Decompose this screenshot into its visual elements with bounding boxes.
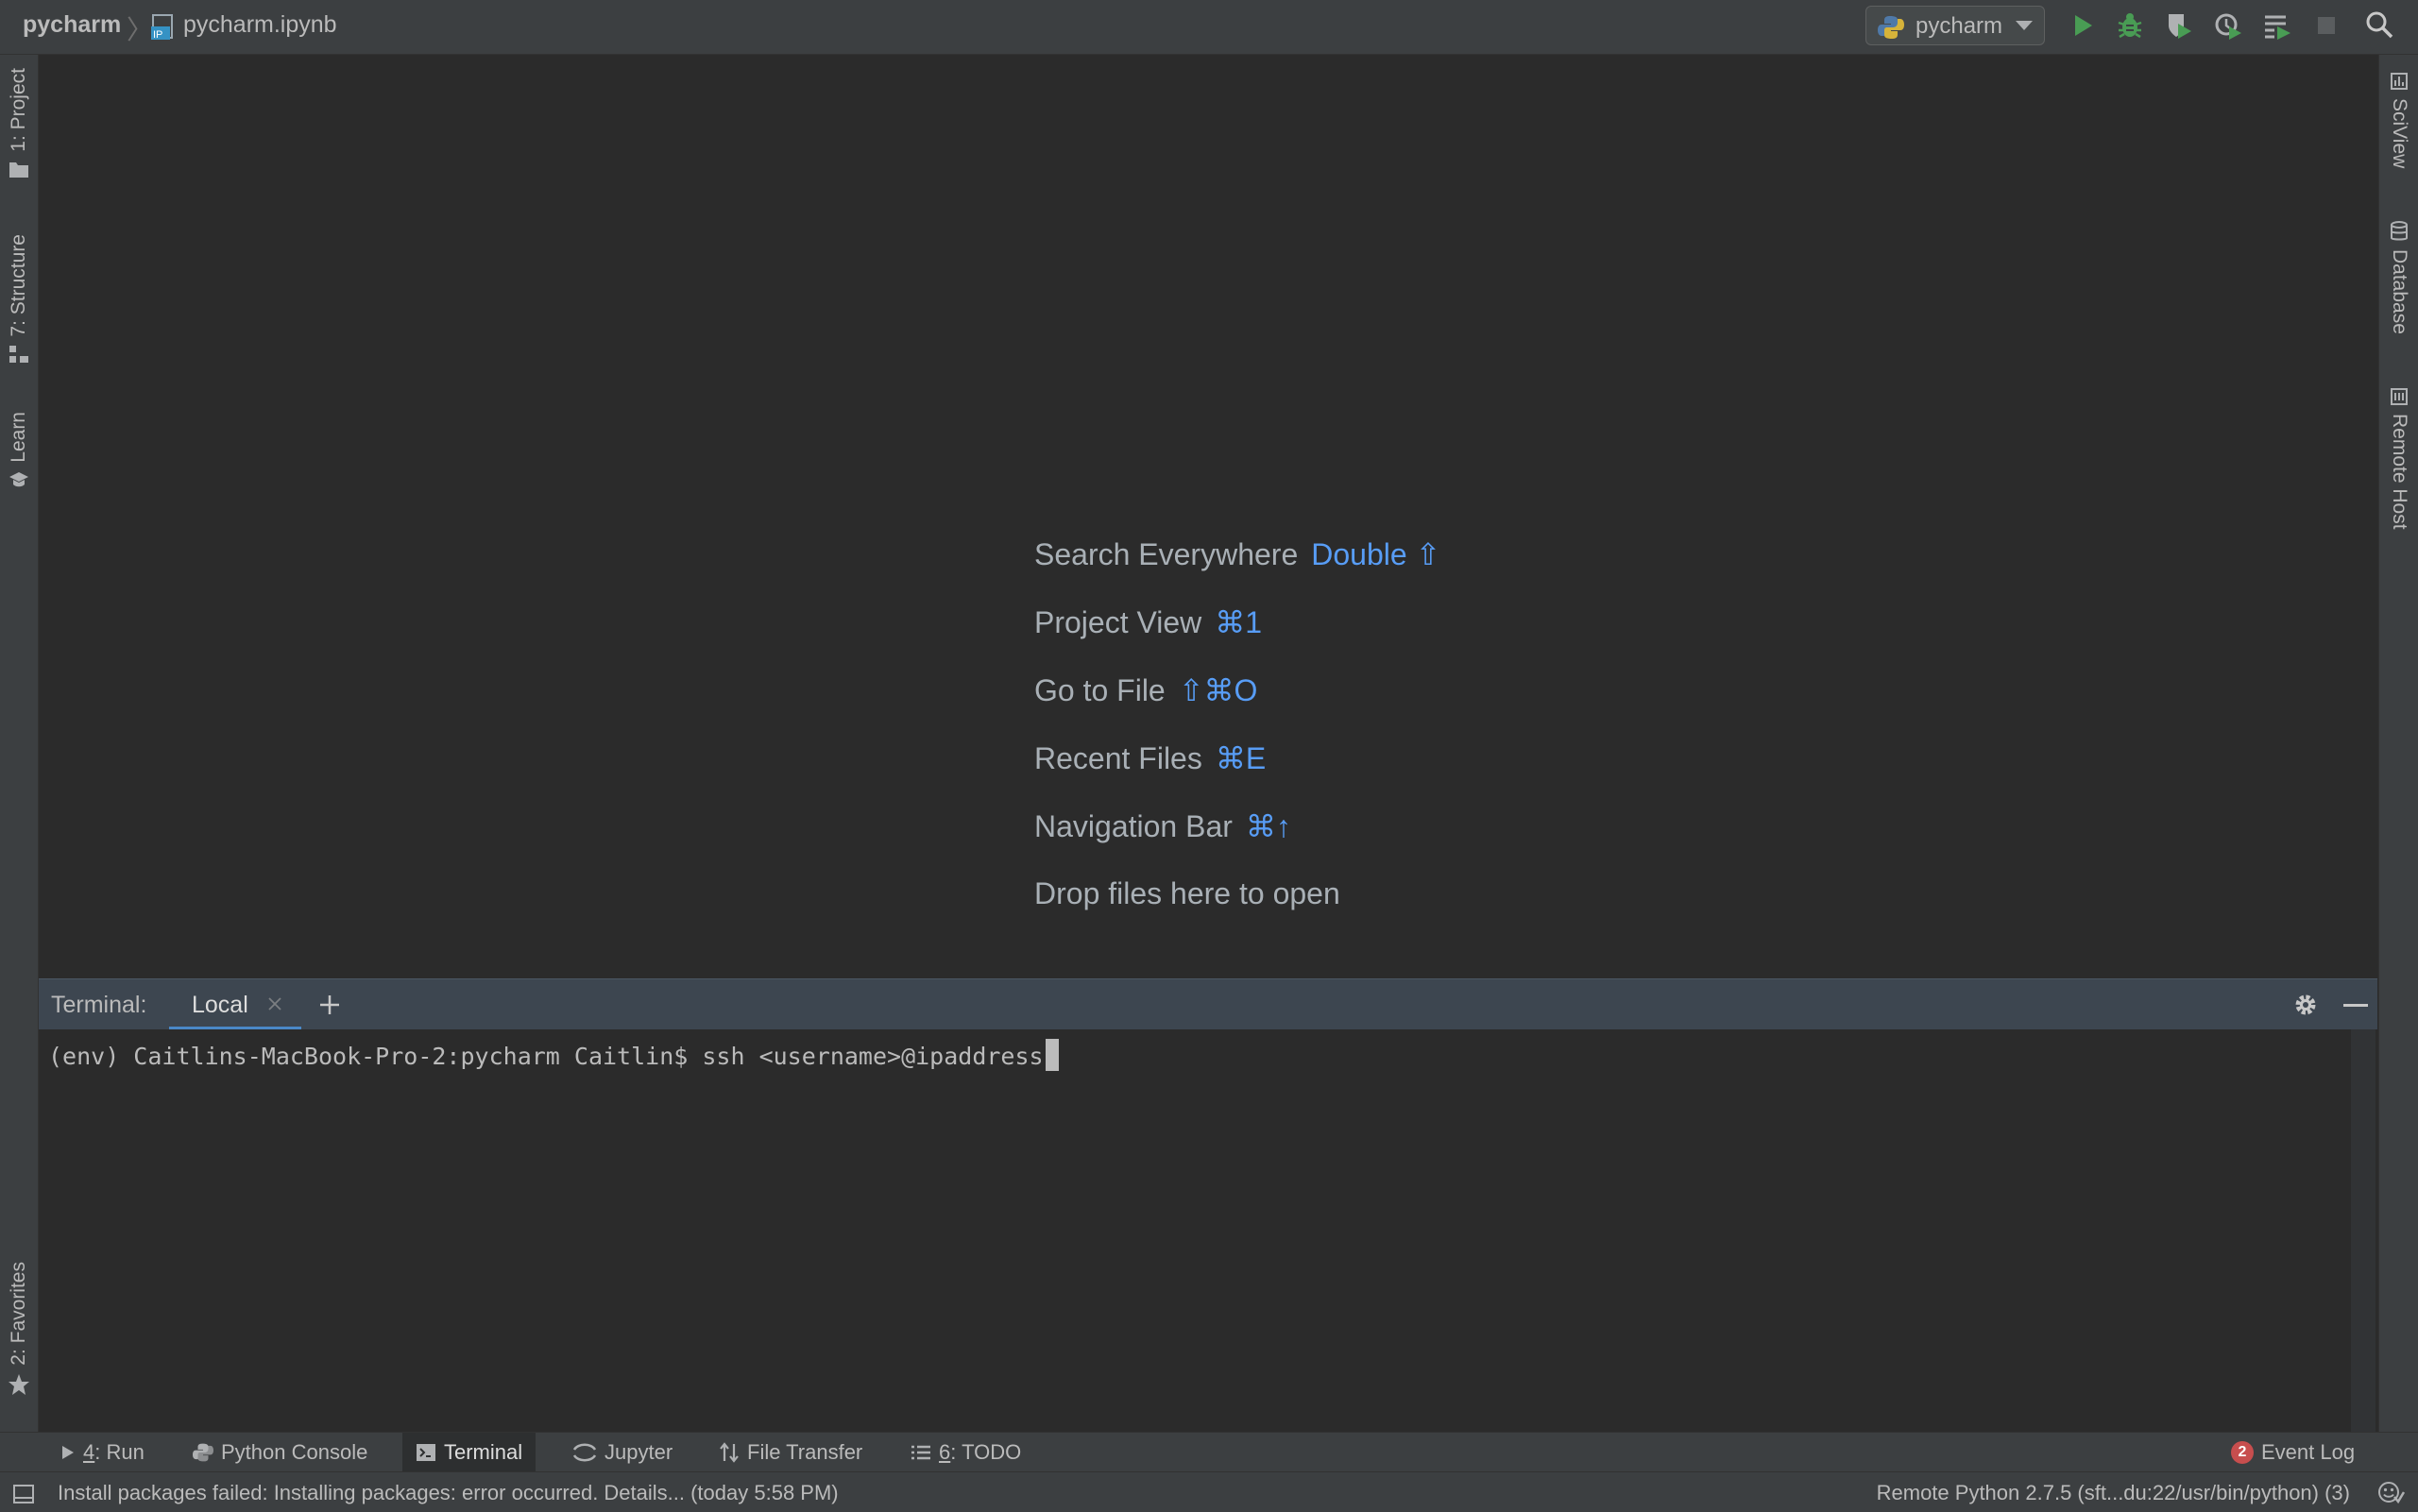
coverage-icon[interactable] <box>2165 11 2193 40</box>
tool-tab-mnemonic: 4 <box>83 1440 95 1464</box>
terminal-tab-label: Local <box>192 992 248 1018</box>
file-transfer-icon <box>720 1442 739 1463</box>
run-tab-icon <box>62 1446 74 1459</box>
hint-label: Go to File <box>1034 673 1166 707</box>
tool-tab-favorites[interactable]: 2: Favorites <box>0 1262 38 1396</box>
learn-icon <box>9 470 29 489</box>
terminal-cursor <box>1045 1039 1059 1071</box>
status-bar: Install packages failed: Installing pack… <box>0 1471 2418 1512</box>
tool-tab-jupyter[interactable]: Jupyter <box>567 1433 678 1472</box>
tool-tab-label: 7: Structure <box>8 234 29 337</box>
hint-shortcut: ⌘E <box>1215 741 1267 775</box>
hint-shortcut: ⌘↑ <box>1245 809 1291 843</box>
event-log-badge: 2 <box>2231 1441 2254 1464</box>
debug-icon[interactable] <box>2116 11 2144 40</box>
stop-icon[interactable] <box>2312 11 2341 40</box>
tool-tab-label: Terminal <box>444 1440 523 1464</box>
inspector-face-icon[interactable] <box>2376 1480 2405 1504</box>
hint-navigation-bar: Navigation Bar ⌘↑ <box>1034 808 1291 844</box>
terminal-command: (env) Caitlins-MacBook-Pro-2:pycharm Cai… <box>48 1043 1044 1070</box>
structure-icon <box>9 345 29 364</box>
interpreter-selector[interactable]: Remote Python 2.7.5 (sft...du:22/usr/bin… <box>1877 1481 2350 1505</box>
tool-tab-todo[interactable]: 6: TODO <box>905 1433 1027 1472</box>
search-icon[interactable] <box>2364 9 2394 40</box>
terminal-line[interactable]: (env) Caitlins-MacBook-Pro-2:pycharm Cai… <box>48 1039 1059 1071</box>
remote-host-icon <box>2390 387 2409 406</box>
terminal-title: Terminal: <box>51 992 147 1018</box>
tool-tab-label: 2: Favorites <box>8 1262 29 1366</box>
breadcrumb-project[interactable]: pycharm <box>23 11 121 39</box>
run-concurrency-icon[interactable] <box>2263 11 2291 40</box>
sciview-icon <box>2390 72 2409 91</box>
right-tool-window-bar: SciView Database Remote Host <box>2378 55 2418 1432</box>
hint-label: Drop files here to open <box>1034 876 1340 910</box>
tool-tab-label: Database <box>2389 249 2410 334</box>
folder-icon <box>9 160 29 178</box>
tool-tab-label: 1: Project <box>8 68 29 152</box>
terminal-body[interactable]: (env) Caitlins-MacBook-Pro-2:pycharm Cai… <box>39 1029 2377 1432</box>
tool-tab-label: Python Console <box>221 1440 368 1464</box>
tool-tab-label: File Transfer <box>747 1440 863 1464</box>
tool-tab-label: Jupyter <box>604 1440 673 1464</box>
tool-tab-terminal[interactable]: Terminal <box>402 1433 536 1472</box>
profile-icon[interactable] <box>2214 11 2242 40</box>
tool-tab-label: : Run <box>94 1440 145 1464</box>
navigation-bar: pycharm 〉 IP pycharm.ipynb pycharm <box>0 0 2418 55</box>
tool-tab-sciview[interactable]: SciView <box>2379 72 2418 168</box>
tool-tab-database[interactable]: Database <box>2379 221 2418 334</box>
status-message[interactable]: Install packages failed: Installing pack… <box>58 1481 839 1505</box>
event-log-tab[interactable]: 2 Event Log <box>2225 1433 2360 1472</box>
database-icon <box>2390 221 2409 242</box>
tool-tab-python-console[interactable]: Python Console <box>187 1433 373 1472</box>
hint-shortcut: Double ⇧ <box>1311 537 1441 571</box>
star-icon <box>8 1373 30 1396</box>
tool-tab-file-transfer[interactable]: File Transfer <box>713 1433 868 1472</box>
hint-label: Project View <box>1034 605 1202 639</box>
hint-search-everywhere: Search Everywhere Double ⇧ <box>1034 536 1440 572</box>
tool-tab-label: Learn <box>8 412 29 463</box>
terminal-icon <box>417 1444 435 1461</box>
hint-recent-files: Recent Files ⌘E <box>1034 740 1266 776</box>
tool-windows-toggle-icon[interactable] <box>13 1485 34 1504</box>
close-icon[interactable] <box>267 996 282 1011</box>
hint-project-view: Project View ⌘1 <box>1034 604 1262 640</box>
breadcrumb-file[interactable]: pycharm.ipynb <box>183 11 337 39</box>
gear-icon[interactable] <box>2292 992 2319 1018</box>
hint-label: Search Everywhere <box>1034 537 1299 571</box>
hint-drop-files: Drop files here to open <box>1034 876 1340 911</box>
bottom-tool-window-bar: 4: Run Python Console Terminal Jupyter F… <box>0 1432 2418 1472</box>
run-icon[interactable] <box>2069 11 2097 40</box>
python-console-icon <box>193 1443 213 1462</box>
minimize-icon[interactable] <box>2343 1004 2368 1008</box>
hint-shortcut: ⇧⌘O <box>1178 673 1258 707</box>
hint-label: Navigation Bar <box>1034 809 1233 843</box>
terminal-tab-local[interactable]: Local <box>169 979 301 1030</box>
tool-tab-label: Remote Host <box>2389 414 2410 530</box>
editor-empty-area[interactable]: Search Everywhere Double ⇧ Project View ⌘1… <box>39 55 2377 978</box>
chevron-down-icon <box>2016 21 2033 30</box>
tool-tab-label: : TODO <box>950 1440 1022 1464</box>
tool-tab-remote-host[interactable]: Remote Host <box>2379 387 2418 530</box>
hint-go-to-file: Go to File ⇧⌘O <box>1034 672 1257 708</box>
add-tab-icon[interactable] <box>318 994 341 1016</box>
left-tool-window-bar: 1: Project 7: Structure Learn 2: Favorit… <box>0 55 39 1432</box>
notebook-file-icon: IP <box>149 13 178 42</box>
tool-tab-structure[interactable]: 7: Structure <box>0 234 38 364</box>
jupyter-icon <box>572 1443 597 1462</box>
run-configuration-label: pycharm <box>1916 13 2003 39</box>
run-configuration-selector[interactable]: pycharm <box>1865 6 2045 45</box>
svg-text:IP: IP <box>153 29 162 41</box>
terminal-header: Terminal: Local <box>39 978 2377 1030</box>
hint-shortcut: ⌘1 <box>1215 605 1263 639</box>
tool-tab-label: SciView <box>2389 98 2410 169</box>
tool-tab-run[interactable]: 4: Run <box>55 1433 150 1472</box>
terminal-scrollbar[interactable] <box>2351 1029 2375 1432</box>
tool-tab-label: Event Log <box>2261 1440 2356 1464</box>
python-icon <box>1878 15 1904 40</box>
tool-tab-learn[interactable]: Learn <box>0 412 38 489</box>
tool-tab-mnemonic: 6 <box>939 1440 951 1464</box>
todo-list-icon <box>911 1445 930 1460</box>
hint-label: Recent Files <box>1034 741 1202 775</box>
tool-tab-project[interactable]: 1: Project <box>0 68 38 178</box>
